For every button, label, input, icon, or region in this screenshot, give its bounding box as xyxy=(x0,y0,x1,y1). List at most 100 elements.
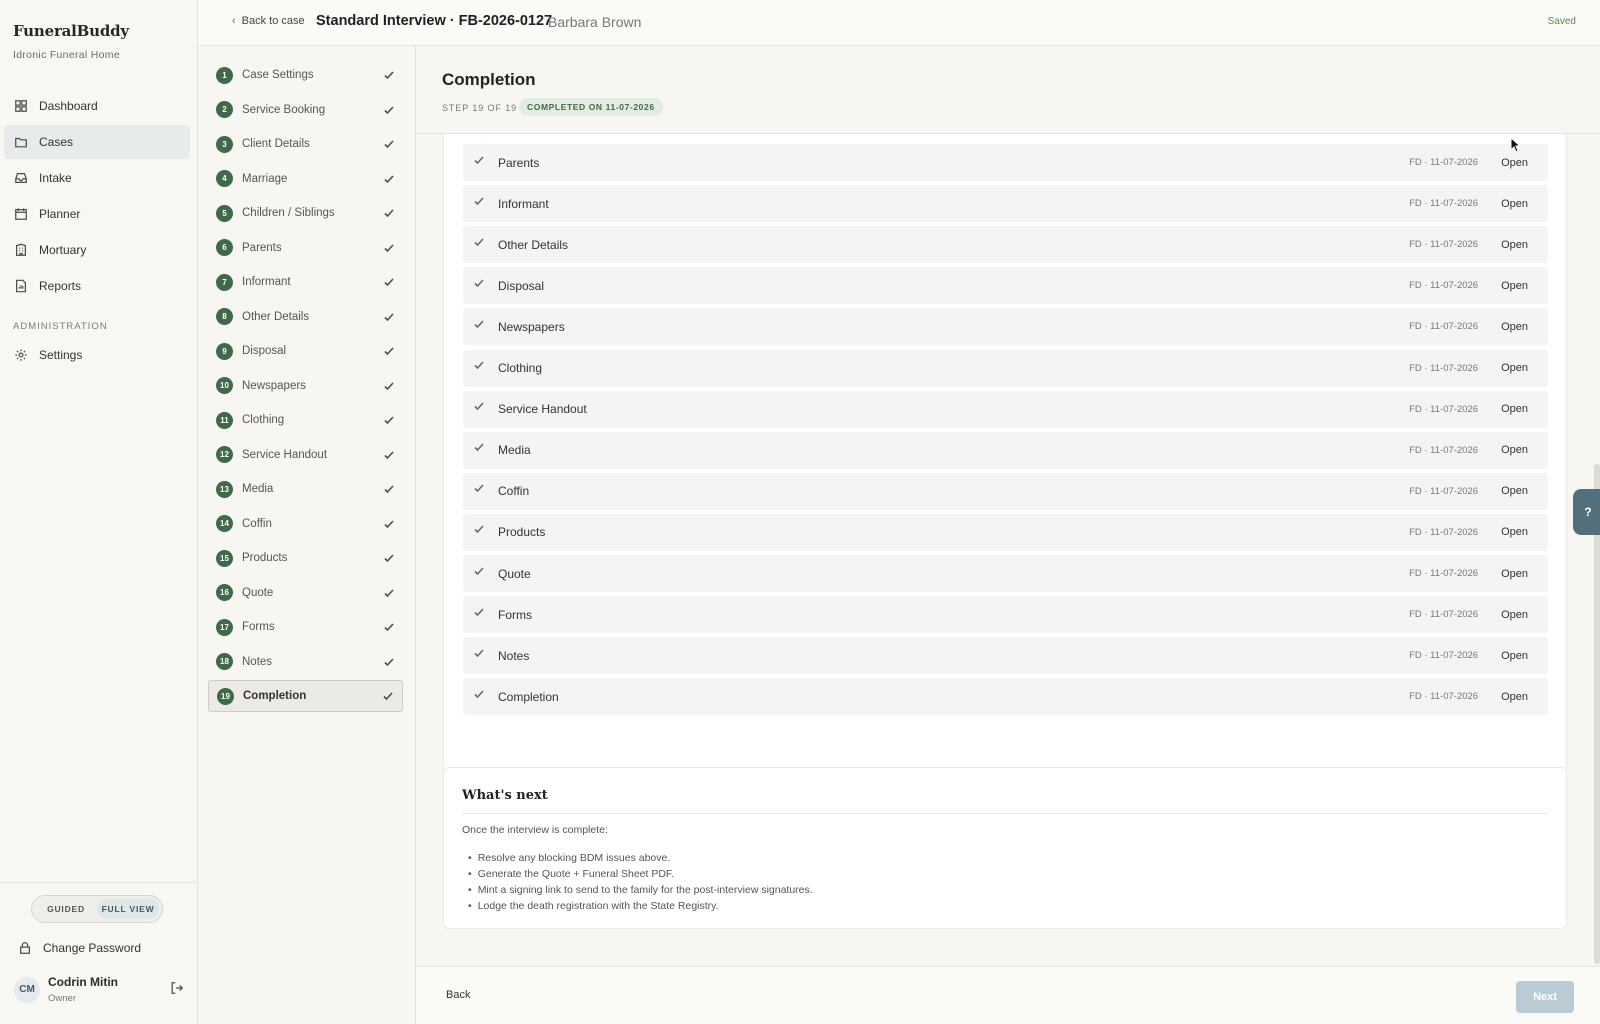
whats-next-intro: Once the interview is complete: xyxy=(462,824,608,836)
row-meta: FD · 11-07-2026 xyxy=(1409,362,1479,374)
open-link[interactable]: Open xyxy=(1501,321,1528,333)
status-badge: COMPLETED ON 11-07-2026 xyxy=(519,98,663,116)
step-number: 1 xyxy=(216,66,233,84)
step-item[interactable]: 14 Coffin xyxy=(208,508,403,540)
table-row: Quote FD · 11-07-2026 Open xyxy=(463,555,1548,592)
step-item[interactable]: 4 Marriage xyxy=(208,163,403,195)
row-label: Media xyxy=(498,443,531,458)
step-item[interactable]: 15 Products xyxy=(208,542,403,574)
step-item[interactable]: 8 Other Details xyxy=(208,301,403,333)
check-icon xyxy=(384,347,394,356)
gear-icon xyxy=(15,349,27,361)
check-icon xyxy=(384,209,394,218)
nav-item-dashboard[interactable]: Dashboard xyxy=(4,89,190,123)
nav-item-mortuary[interactable]: Mortuary xyxy=(4,233,190,267)
nav-label: Cases xyxy=(39,135,74,149)
list-item: Resolve any blocking BDM issues above. xyxy=(468,850,813,866)
step-item[interactable]: 10 Newspapers xyxy=(208,370,403,402)
step-item[interactable]: 5 Children / Siblings xyxy=(208,197,403,229)
check-icon xyxy=(474,320,484,329)
row-label: Service Handout xyxy=(498,402,587,417)
toggle-guided[interactable]: GUIDED xyxy=(35,899,97,919)
open-link[interactable]: Open xyxy=(1501,444,1528,456)
table-row: Clothing FD · 11-07-2026 Open xyxy=(463,349,1548,387)
table-row: Parents FD · 11-07-2026 Open xyxy=(463,144,1548,181)
check-icon xyxy=(474,279,484,287)
nav-item-cases[interactable]: Cases xyxy=(4,125,190,159)
open-link[interactable]: Open xyxy=(1501,526,1528,538)
table-row: Coffin FD · 11-07-2026 Open xyxy=(463,472,1548,510)
step-number: 10 xyxy=(216,377,233,394)
step-item[interactable]: 18 Notes xyxy=(208,646,403,678)
nav-item-planner[interactable]: Planner xyxy=(4,197,190,231)
step-item[interactable]: 9 Disposal xyxy=(208,335,403,367)
step-item[interactable]: 16 Quote xyxy=(208,577,403,609)
open-link[interactable]: Open xyxy=(1501,403,1528,415)
open-link[interactable]: Open xyxy=(1501,157,1528,169)
row-label: Coffin xyxy=(498,484,530,499)
open-link[interactable]: Open xyxy=(1501,485,1528,497)
row-meta: FD · 11-07-2026 xyxy=(1409,157,1479,168)
step-label: Service Handout xyxy=(242,448,328,461)
top-bar: ‹ Back to case Standard Interview · FB-2… xyxy=(198,0,1600,46)
step-item[interactable]: 7 Informant xyxy=(208,266,403,298)
row-meta: FD · 11-07-2026 xyxy=(1409,650,1479,662)
back-button[interactable]: Back xyxy=(446,989,470,1001)
wizard-footer: Back Next xyxy=(416,966,1600,1024)
help-button[interactable]: ? xyxy=(1573,489,1600,535)
step-item[interactable]: 17 Forms xyxy=(208,611,403,643)
check-icon xyxy=(384,71,394,80)
change-password-link[interactable]: Change Password xyxy=(18,941,141,955)
open-link[interactable]: Open xyxy=(1501,568,1528,580)
nav-label: Intake xyxy=(39,171,72,185)
user-role: Owner xyxy=(48,993,76,1004)
section-header: Completion STEP 19 OF 19 COMPLETED ON 11… xyxy=(416,46,1600,134)
open-link[interactable]: Open xyxy=(1501,650,1528,662)
row-label: Informant xyxy=(498,196,549,211)
toggle-full-view[interactable]: FULL VIEW xyxy=(97,899,159,919)
step-item[interactable]: 1 Case Settings xyxy=(208,59,403,91)
logout-button[interactable] xyxy=(170,981,184,998)
open-link[interactable]: Open xyxy=(1501,280,1528,292)
sidebar-footer: GUIDED FULL VIEW Change Password CM Codr… xyxy=(0,882,198,1024)
open-link[interactable]: Open xyxy=(1501,609,1528,621)
step-item[interactable]: 11 Clothing xyxy=(208,404,403,436)
next-button[interactable]: Next xyxy=(1516,981,1574,1013)
open-link[interactable]: Open xyxy=(1501,691,1528,703)
step-label: Case Settings xyxy=(242,69,314,81)
back-to-case-link[interactable]: ‹ Back to case xyxy=(232,15,305,27)
list-item: Lodge the death registration with the St… xyxy=(468,898,813,914)
step-item[interactable]: 6 Parents xyxy=(208,232,403,264)
row-label: Disposal xyxy=(498,278,545,293)
row-label: Quote xyxy=(498,566,531,581)
step-item[interactable]: 3 Client Details xyxy=(208,128,403,160)
check-icon xyxy=(474,608,484,616)
nav-item-reports[interactable]: Reports xyxy=(4,269,190,303)
nav-item-settings[interactable]: Settings xyxy=(4,338,190,372)
row-label: Clothing xyxy=(498,361,543,375)
table-row: Media FD · 11-07-2026 Open xyxy=(463,431,1548,469)
table-row: Disposal FD · 11-07-2026 Open xyxy=(463,267,1548,305)
step-number: 4 xyxy=(216,170,233,187)
table-row: Forms FD · 11-07-2026 Open xyxy=(463,596,1548,634)
row-meta: FD · 11-07-2026 xyxy=(1409,321,1479,333)
step-item[interactable]: 19 Completion xyxy=(208,680,403,712)
change-password-label: Change Password xyxy=(43,941,142,955)
row-meta: FD · 11-07-2026 xyxy=(1409,691,1479,703)
open-link[interactable]: Open xyxy=(1501,239,1528,251)
step-item[interactable]: 13 Media xyxy=(208,473,403,505)
step-item[interactable]: 12 Service Handout xyxy=(208,439,403,471)
row-meta: FD · 11-07-2026 xyxy=(1409,568,1479,579)
view-toggle: GUIDED FULL VIEW xyxy=(31,895,163,923)
scrollbar[interactable] xyxy=(1594,464,1600,964)
nav-item-intake[interactable]: Intake xyxy=(4,161,190,195)
building-icon xyxy=(16,243,26,256)
open-link[interactable]: Open xyxy=(1501,362,1528,374)
check-icon xyxy=(384,105,394,114)
open-link[interactable]: Open xyxy=(1501,198,1528,210)
step-number: 12 xyxy=(216,446,233,463)
whats-next-list: Resolve any blocking BDM issues above. G… xyxy=(468,850,813,914)
step-label: Forms xyxy=(242,621,275,633)
step-item[interactable]: 2 Service Booking xyxy=(208,94,403,126)
section-title: Completion xyxy=(442,70,536,89)
